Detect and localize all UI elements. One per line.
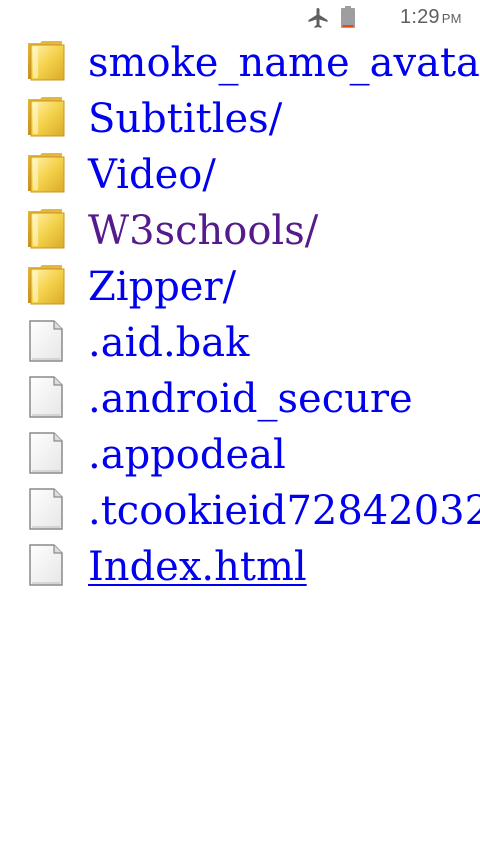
file-icon xyxy=(26,431,66,475)
folder-icon xyxy=(26,207,66,251)
file-link[interactable]: .android_secure xyxy=(88,374,413,424)
file-row[interactable]: .android_secure xyxy=(0,372,480,428)
folder-row[interactable]: W3schools/ xyxy=(0,204,480,260)
folder-link[interactable]: W3schools/ xyxy=(88,206,318,256)
status-bar: 1:29 PM xyxy=(0,0,480,36)
folder-icon xyxy=(26,95,66,139)
folder-icon xyxy=(26,39,66,83)
folder-link[interactable]: Zipper/ xyxy=(88,262,236,312)
folder-row[interactable]: smoke_name_avata xyxy=(0,36,480,92)
folder-icon xyxy=(26,151,66,195)
folder-link[interactable]: Subtitles/ xyxy=(88,94,282,144)
clock: 1:29 PM xyxy=(400,6,462,29)
file-list: smoke_name_avata Subtitles/Video/W3school… xyxy=(0,36,480,596)
file-icon xyxy=(26,543,66,587)
folder-icon xyxy=(26,263,66,307)
folder-row[interactable]: Subtitles/ xyxy=(0,92,480,148)
file-row[interactable]: .appodeal xyxy=(0,428,480,484)
clock-time: 1:29 xyxy=(400,6,440,28)
file-link[interactable]: .aid.bak xyxy=(88,318,249,368)
clock-ampm: PM xyxy=(441,11,462,26)
airplane-icon xyxy=(308,8,328,28)
folder-link[interactable]: smoke_name_avata xyxy=(88,38,480,88)
file-link[interactable]: .appodeal xyxy=(88,430,286,480)
file-link[interactable]: Index.html xyxy=(88,542,307,592)
file-row[interactable]: .tcookieid728420323 xyxy=(0,484,480,540)
battery-icon xyxy=(341,6,355,28)
file-icon xyxy=(26,375,66,419)
folder-link[interactable]: Video/ xyxy=(88,150,216,200)
folder-row[interactable]: Zipper/ xyxy=(0,260,480,316)
file-row[interactable]: .aid.bak xyxy=(0,316,480,372)
file-row[interactable]: Index.html xyxy=(0,540,480,596)
file-icon xyxy=(26,487,66,531)
file-link[interactable]: .tcookieid728420323 xyxy=(88,486,480,536)
folder-row[interactable]: Video/ xyxy=(0,148,480,204)
file-icon xyxy=(26,319,66,363)
